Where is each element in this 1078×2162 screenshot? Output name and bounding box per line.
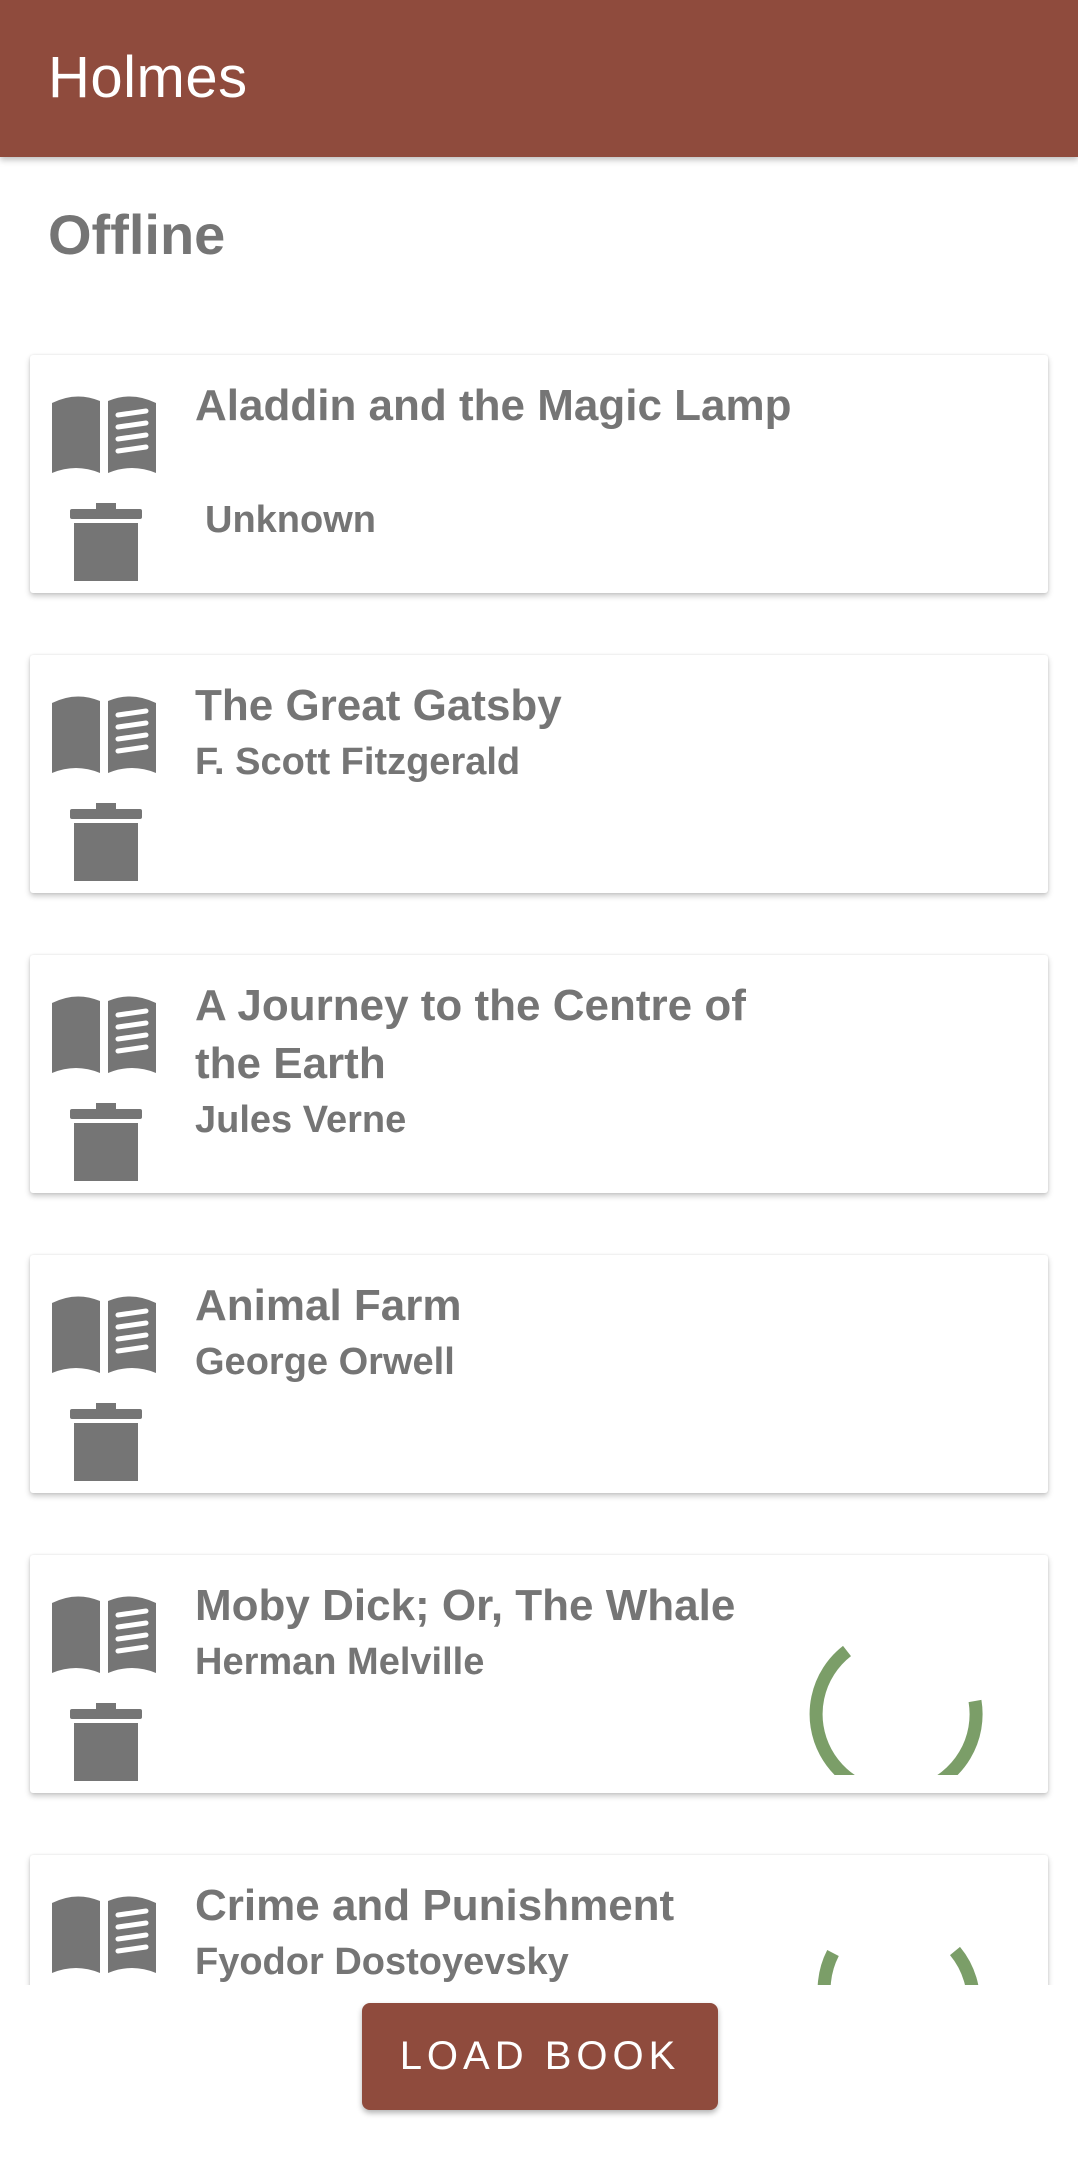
book-author: Unknown: [205, 499, 376, 541]
delete-trash-icon[interactable]: [70, 503, 142, 581]
book-author: George Orwell: [195, 1341, 455, 1383]
book-author: F. Scott Fitzgerald: [195, 741, 521, 783]
load-book-button[interactable]: LOAD BOOK: [362, 2003, 718, 2110]
delete-trash-icon[interactable]: [70, 1703, 142, 1781]
progress-spinner-icon: [809, 1645, 983, 1775]
book-title: Moby Dick; Or, The Whale: [195, 1581, 736, 1630]
open-book-icon[interactable]: [48, 1289, 160, 1377]
book-author: Herman Melville: [195, 1641, 485, 1683]
book-card[interactable]: A Journey to the Centre of the Earth Jul…: [30, 955, 1048, 1193]
open-book-icon[interactable]: [48, 989, 160, 1077]
open-book-icon[interactable]: [48, 1589, 160, 1677]
app-bar: Holmes: [0, 0, 1078, 157]
book-card[interactable]: Animal Farm George Orwell: [30, 1255, 1048, 1493]
book-card[interactable]: Aladdin and the Magic Lamp Unknown: [30, 355, 1048, 593]
open-book-icon[interactable]: [48, 689, 160, 777]
section-title-offline: Offline: [48, 203, 226, 266]
progress-spinner-icon: [817, 1946, 979, 1985]
delete-trash-icon[interactable]: [70, 803, 142, 881]
book-card[interactable]: Crime and Punishment Fyodor Dostoyevsky: [30, 1855, 1048, 1985]
delete-trash-icon[interactable]: [70, 1103, 142, 1181]
book-card[interactable]: The Great Gatsby F. Scott Fitzgerald: [30, 655, 1048, 893]
book-list[interactable]: Aladdin and the Magic Lamp Unknown The G…: [0, 300, 1078, 1985]
book-author: Jules Verne: [195, 1099, 407, 1141]
book-title: Animal Farm: [195, 1281, 462, 1330]
book-title: Aladdin and the Magic Lamp: [195, 381, 792, 430]
book-title: Crime and Punishment: [195, 1881, 675, 1930]
book-title: The Great Gatsby: [195, 681, 562, 730]
open-book-icon[interactable]: [48, 1889, 160, 1977]
book-title: A Journey to the Centre of the Earth: [195, 981, 746, 1088]
open-book-icon[interactable]: [48, 389, 160, 477]
app-title: Holmes: [48, 45, 248, 110]
delete-trash-icon[interactable]: [70, 1403, 142, 1481]
book-card[interactable]: Moby Dick; Or, The Whale Herman Melville: [30, 1555, 1048, 1793]
book-author: Fyodor Dostoyevsky: [195, 1941, 569, 1983]
